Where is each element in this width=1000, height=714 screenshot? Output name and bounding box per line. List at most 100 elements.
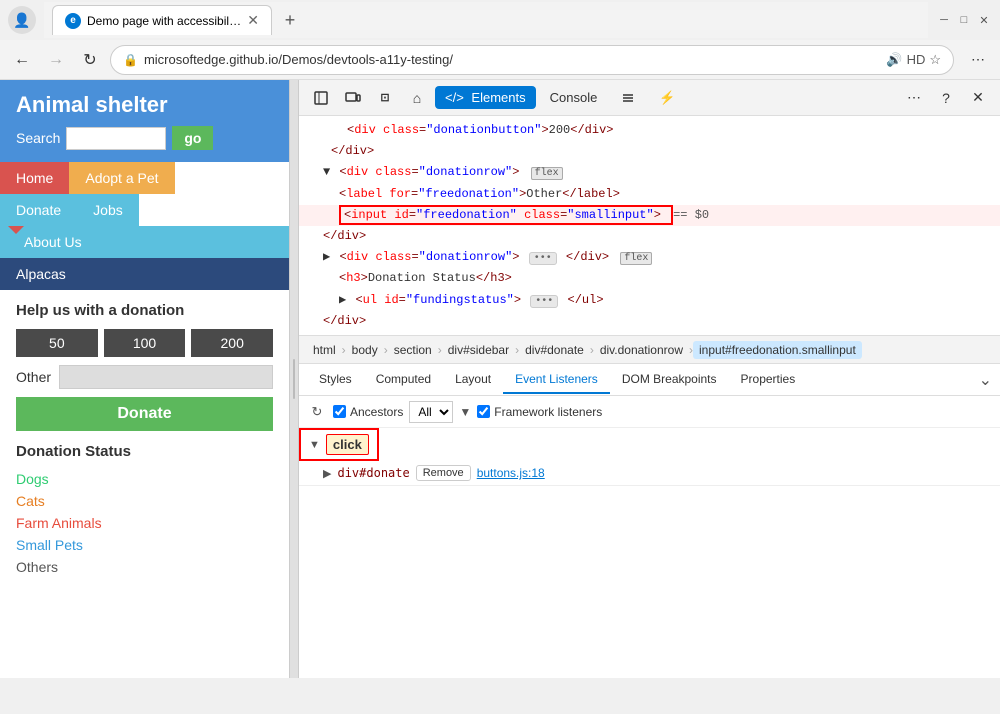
- event-toggle-icon[interactable]: ▼: [309, 439, 320, 451]
- nav-about-item[interactable]: About Us: [0, 226, 289, 258]
- shelter-title: Animal shelter: [16, 92, 273, 118]
- breadcrumb-sidebar[interactable]: div#sidebar: [442, 341, 515, 359]
- inspect-element-tool[interactable]: [307, 84, 335, 112]
- maximize-button[interactable]: □: [956, 12, 972, 28]
- other-amount-input[interactable]: [59, 365, 273, 389]
- extensions-button[interactable]: ⋯: [964, 46, 992, 74]
- shelter-search-row: Search go: [16, 126, 273, 150]
- elements-tab[interactable]: </> Elements: [435, 86, 536, 109]
- event-refresh-button[interactable]: ↻: [307, 402, 327, 422]
- main-area: Animal shelter Search go Home Adopt a Pe…: [0, 80, 1000, 678]
- properties-tab[interactable]: Properties: [729, 366, 808, 394]
- amount-50-button[interactable]: 50: [16, 329, 98, 357]
- breadcrumb-donate[interactable]: div#donate: [519, 341, 590, 359]
- breadcrumb-donationrow[interactable]: div.donationrow: [594, 341, 689, 359]
- breadcrumb-input-active[interactable]: input#freedonation.smallinput: [693, 341, 862, 359]
- tab-bar: e Demo page with accessibility iss ✕ +: [44, 2, 928, 38]
- read-aloud-icon[interactable]: 🔊: [886, 52, 902, 68]
- minimize-button[interactable]: ─: [936, 12, 952, 28]
- nav-home-item[interactable]: Home: [0, 162, 69, 194]
- elements-tab-label: Elements: [471, 90, 525, 105]
- framework-listeners-checkbox[interactable]: [477, 405, 490, 418]
- performance-tab[interactable]: ⚡: [649, 86, 685, 110]
- home-tool[interactable]: ⌂: [403, 84, 431, 112]
- network-tab[interactable]: [611, 86, 645, 110]
- html-view: <div class="donationbutton">200</div> </…: [299, 116, 1000, 336]
- nav-row-1: Home Adopt a Pet: [0, 162, 289, 194]
- shelter-nav: Home Adopt a Pet Donate Jobs About Us: [0, 162, 289, 258]
- elements-tag-icon: </>: [445, 90, 464, 105]
- status-farm-item: Farm Animals: [16, 512, 273, 534]
- ancestors-checkbox-label[interactable]: Ancestors: [333, 405, 403, 419]
- immersive-reader-icon[interactable]: HD: [907, 52, 926, 68]
- dom-breakpoints-tab[interactable]: DOM Breakpoints: [610, 366, 729, 394]
- url-icons: 🔊 HD ☆: [886, 52, 941, 68]
- html-line-6: </div>: [299, 226, 1000, 247]
- donate-button[interactable]: Donate: [16, 397, 273, 431]
- close-window-button[interactable]: ✕: [976, 12, 992, 28]
- resize-handle[interactable]: [290, 80, 298, 678]
- devtools-more-button[interactable]: ⋯: [900, 84, 928, 112]
- console-tab[interactable]: Console: [540, 86, 608, 109]
- ancestors-checkbox[interactable]: [333, 405, 346, 418]
- search-input[interactable]: [66, 127, 166, 150]
- add-to-favorites-icon[interactable]: ☆: [929, 52, 941, 68]
- forward-button[interactable]: →: [42, 46, 70, 74]
- amount-buttons: 50 100 200: [16, 329, 273, 357]
- nav-row-2: Donate Jobs: [0, 194, 289, 226]
- breadcrumb-html[interactable]: html: [307, 341, 342, 359]
- filter-dropdown-arrow[interactable]: ▼: [459, 405, 471, 419]
- devtools-help-button[interactable]: ?: [932, 84, 960, 112]
- device-emulation-tool[interactable]: [339, 84, 367, 112]
- search-go-button[interactable]: go: [172, 126, 213, 150]
- sub-tabs-more[interactable]: ⌄: [977, 370, 992, 390]
- computed-tab[interactable]: Computed: [364, 366, 443, 394]
- click-event-header[interactable]: ▼ click: [299, 428, 379, 461]
- sources-tool[interactable]: ⊡: [371, 84, 399, 112]
- amount-100-button[interactable]: 100: [104, 329, 186, 357]
- window-controls: ─ □ ✕: [936, 12, 992, 28]
- ancestors-label: Ancestors: [350, 405, 403, 419]
- breadcrumb-body[interactable]: body: [346, 341, 384, 359]
- styles-tab[interactable]: Styles: [307, 366, 364, 394]
- devtools-close-button[interactable]: ✕: [964, 84, 992, 112]
- donate-arrow-indicator: [8, 226, 24, 234]
- nav-adopt-item[interactable]: Adopt a Pet: [69, 162, 174, 194]
- refresh-button[interactable]: ↻: [76, 46, 104, 74]
- tab-close-btn[interactable]: ✕: [247, 12, 259, 29]
- title-bar-left: 👤: [8, 6, 36, 34]
- input-element-highlight: <input id="freedonation" class="smallinp…: [339, 205, 673, 225]
- html-line-10: </div>: [299, 311, 1000, 332]
- alpacas-bar[interactable]: Alpacas: [0, 258, 289, 290]
- back-button[interactable]: ←: [8, 46, 36, 74]
- url-bar[interactable]: 🔒 microsoftedge.github.io/Demos/devtools…: [110, 45, 954, 75]
- donation-section: Help us with a donation 50 100 200 Other…: [0, 290, 289, 443]
- amount-200-button[interactable]: 200: [191, 329, 273, 357]
- address-bar: ← → ↻ 🔒 microsoftedge.github.io/Demos/de…: [0, 40, 1000, 80]
- new-tab-button[interactable]: +: [276, 6, 304, 34]
- tab-favicon: e: [65, 13, 81, 29]
- event-filter-dropdown[interactable]: All: [409, 401, 453, 423]
- event-remove-button[interactable]: Remove: [416, 465, 471, 481]
- html-line-3: ▼ <div class="donationrow"> flex: [299, 162, 1000, 183]
- lock-icon: 🔒: [123, 53, 138, 67]
- profile-avatar[interactable]: 👤: [8, 6, 36, 34]
- browser-tab[interactable]: e Demo page with accessibility iss ✕: [52, 5, 272, 35]
- framework-listeners-label: Framework listeners: [494, 405, 602, 419]
- event-file-link[interactable]: buttons.js:18: [477, 466, 545, 480]
- html-line-4: <label for="freedonation">Other</label>: [299, 184, 1000, 205]
- status-list: Dogs Cats Farm Animals Small Pets Others: [16, 468, 273, 578]
- layout-tab[interactable]: Layout: [443, 366, 503, 394]
- event-detail-toggle-icon[interactable]: ▶: [323, 467, 331, 480]
- nav-donate-wrap: Donate: [0, 194, 77, 226]
- click-event-name: click: [326, 434, 369, 455]
- nav-jobs-item[interactable]: Jobs: [77, 194, 139, 226]
- event-listeners-tab[interactable]: Event Listeners: [503, 366, 610, 394]
- breadcrumb-section[interactable]: section: [388, 341, 438, 359]
- webpage-panel: Animal shelter Search go Home Adopt a Pe…: [0, 80, 290, 678]
- nav-donate-item[interactable]: Donate: [0, 194, 77, 226]
- html-line-9: ▶ <ul id="fundingstatus"> ••• </ul>: [299, 290, 1000, 311]
- framework-checkbox-label[interactable]: Framework listeners: [477, 405, 602, 419]
- html-line-5-highlighted[interactable]: <input id="freedonation" class="smallinp…: [299, 205, 1000, 226]
- tab-title: Demo page with accessibility iss: [87, 14, 241, 28]
